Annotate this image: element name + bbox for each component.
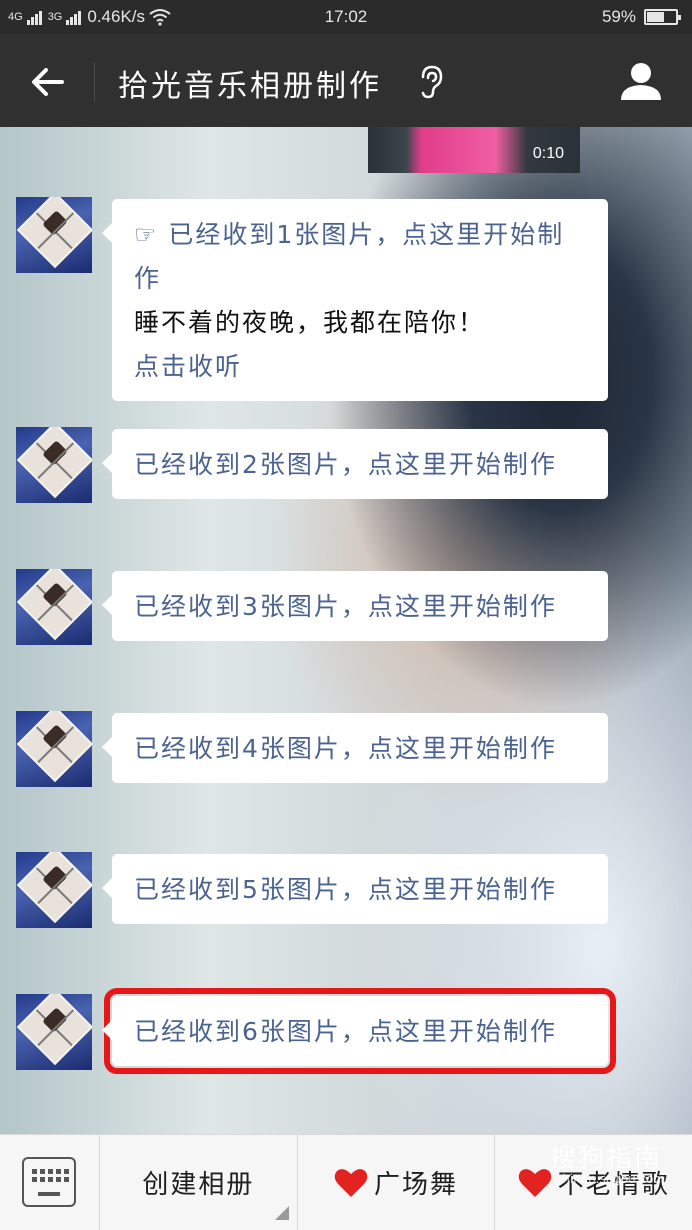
video-message-thumbnail[interactable]: 0:10 [368,127,580,173]
submenu-indicator-icon [274,1206,289,1220]
battery-percent: 59% [601,7,636,26]
sender-avatar[interactable] [16,994,92,1070]
sender-avatar[interactable] [16,427,92,503]
sender-avatar[interactable] [16,711,92,787]
status-bar: 4G 3G 0.46K/s 17:02 59% [0,0,692,34]
title-divider [94,62,95,102]
heart-icon [518,1168,551,1197]
menu-love-songs[interactable]: 不老情歌 [495,1135,692,1230]
avatar-cube-image [16,994,92,1066]
ear-icon[interactable] [416,64,446,100]
menu-love-songs-label: 不老情歌 [557,1170,670,1200]
message-bubble[interactable]: 已经收到5张图片，点这里开始制作 [102,854,608,924]
sender-avatar[interactable] [16,197,92,273]
message-bubble[interactable]: 已经收到3张图片，点这里开始制作 [102,571,608,641]
status-time: 17:02 [324,7,368,26]
start-making-link[interactable]: 已经收到5张图片，点这里开始制作 [134,868,590,912]
avatar-cube-image [16,711,92,783]
start-making-link[interactable]: 已经收到2张图片，点这里开始制作 [134,443,590,487]
message-bubble[interactable]: 已经收到4张图片，点这里开始制作 [102,713,608,783]
menu-create-album-label: 创建相册 [142,1170,255,1200]
page-title: 拾光音乐相册制作 [118,69,382,104]
start-making-link[interactable]: 已经收到6张图片，点这里开始制作 [134,1010,590,1054]
sender-avatar[interactable] [16,852,92,928]
back-arrow-icon [32,68,64,96]
avatar-cube-image [16,852,92,924]
message-bubble[interactable]: ☞ 已经收到1张图片，点这里开始制作 睡不着的夜晚，我都在陪你！ 点击收听 [102,199,608,401]
start-making-link[interactable]: 已经收到4张图片，点这里开始制作 [134,727,590,771]
sender-avatar[interactable] [16,569,92,645]
bottom-menu-bar: 创建相册 广场舞 不老情歌 [0,1134,692,1230]
avatar-cube-image [16,197,92,269]
title-bar: 拾光音乐相册制作 [0,34,692,127]
battery-icon [644,9,681,25]
message-text: 睡不着的夜晚，我都在陪你！ [134,308,486,337]
keyboard-toggle-button[interactable] [0,1135,100,1230]
start-making-link[interactable]: ☞ 已经收到1张图片，点这里开始制作 [134,213,590,301]
menu-square-dance-label: 广场舞 [374,1170,459,1200]
user-icon [621,63,661,100]
menu-create-album[interactable]: 创建相册 [100,1135,298,1230]
message-bubble[interactable]: 已经收到2张图片，点这里开始制作 [102,429,608,499]
video-duration: 0:10 [532,145,564,162]
message-bubble-highlighted[interactable]: 已经收到6张图片，点这里开始制作 [102,988,616,1074]
heart-icon [334,1168,368,1197]
avatar-cube-image [16,569,92,641]
avatar-cube-image [16,427,92,499]
menu-square-dance[interactable]: 广场舞 [298,1135,496,1230]
listen-link[interactable]: 点击收听 [134,345,590,389]
keyboard-icon [22,1157,76,1207]
start-making-link[interactable]: 已经收到3张图片，点这里开始制作 [134,585,590,629]
back-button[interactable] [24,58,72,106]
chat-area[interactable]: 0:10 ☞ 已经收到1张图片，点这里开始制作 睡不着的夜晚，我都在陪你！ 点击… [0,127,692,1134]
user-profile-button[interactable] [620,60,662,102]
